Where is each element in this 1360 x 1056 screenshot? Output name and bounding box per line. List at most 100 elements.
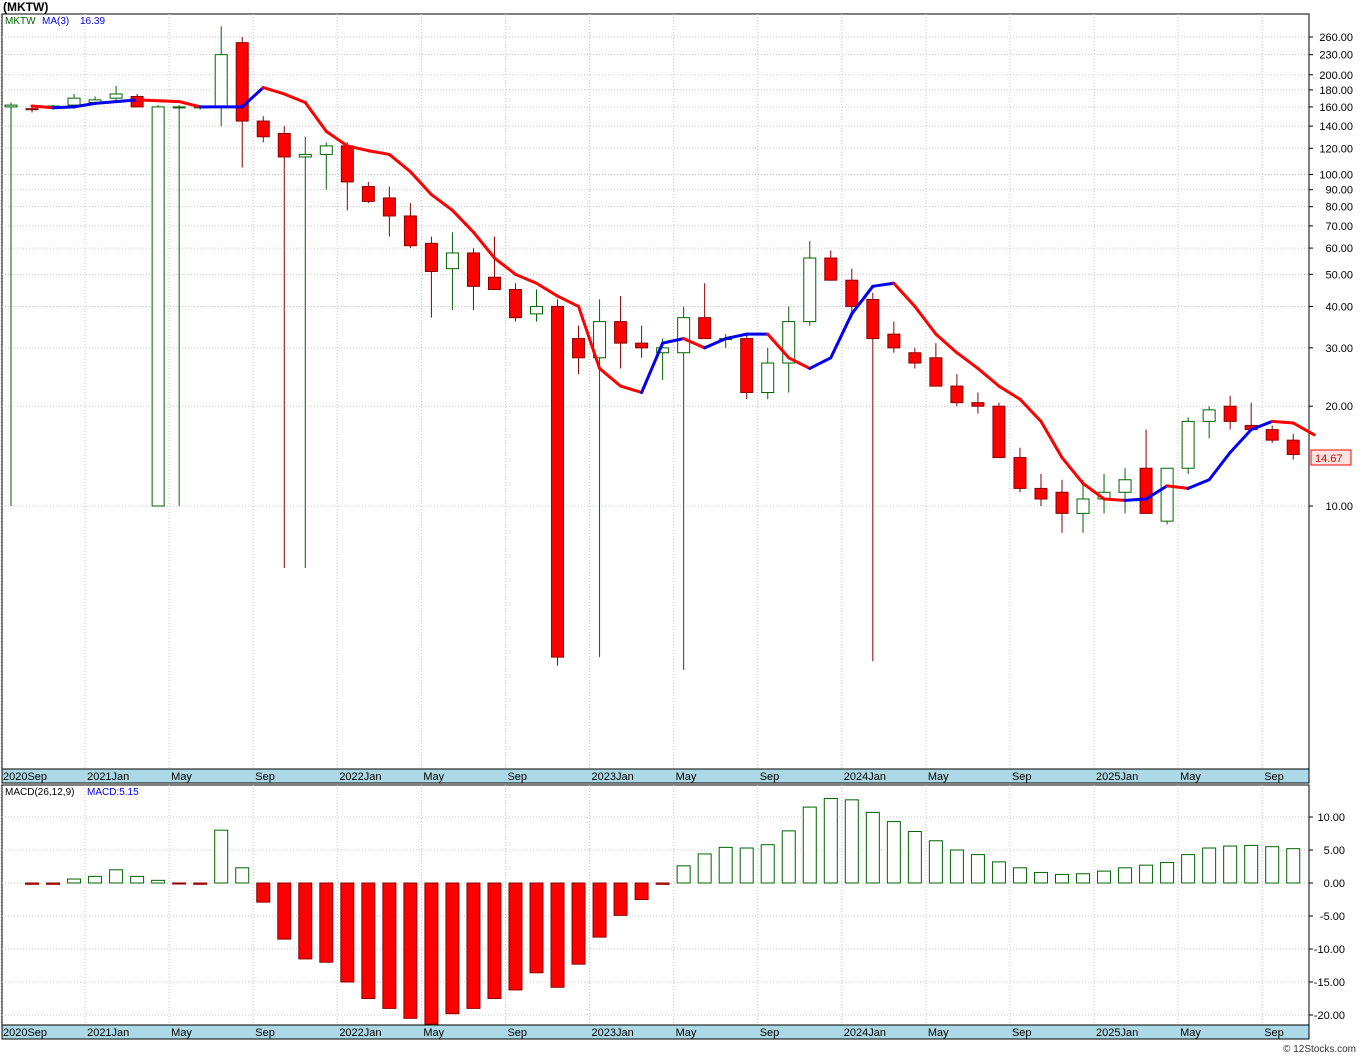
macd-x-label: 2020Sep [3,1027,47,1039]
macd-bar-positive [1202,847,1217,884]
candle-body-down [635,342,649,349]
macd-bar-positive [1223,845,1238,884]
macd-bar-positive [151,879,166,884]
macd-bar-negative [256,882,271,903]
macd-bar-negative [340,882,355,983]
macd-x-label: May [676,1027,697,1039]
macd-bar-negative [655,882,670,885]
price-x-label: 2024Jan [844,771,886,783]
price-x-label: 2023Jan [592,771,634,783]
candle-body-down [1286,439,1300,456]
macd-bar-positive [781,830,796,884]
candle-body-up [445,252,459,270]
macd-y-tick-label: -5.00 [1320,911,1345,923]
candle-body-down [971,402,985,407]
candle-body-down [466,252,480,287]
price-x-label: Sep [1264,771,1284,783]
price-y-tick-label: 40.00 [1325,301,1353,313]
macd-bar-positive [907,831,922,884]
candle-body-down [256,120,270,138]
candle-body-up [530,305,543,315]
macd-bar-positive [928,840,943,884]
candle-body-down [1265,429,1279,441]
macd-bar-negative [592,882,607,938]
candle-body-down [403,215,417,247]
macd-bar-positive [1055,873,1069,884]
price-x-label: Sep [507,771,527,783]
macd-bar-positive [1286,848,1301,884]
candle-body-down [950,385,964,404]
price-x-label: 2022Jan [339,771,381,783]
macd-x-label: 2022Jan [339,1027,381,1039]
macd-bar-positive [970,854,985,884]
macd-y-tick-label: -10.00 [1314,944,1345,956]
candle-body-down [487,276,501,290]
macd-bar-positive [214,829,229,884]
candle-body-down [929,357,943,387]
candle-body-down [1013,457,1027,489]
macd-y-tick-label: 0.00 [1324,878,1345,890]
price-x-label: 2020Sep [3,771,47,783]
macd-bar-positive [1265,846,1280,884]
macd-bar-positive [886,821,901,884]
price-x-label: Sep [760,771,780,783]
candle-body-down [845,279,859,307]
macd-bar-negative [550,882,565,988]
candle-body-down [340,145,354,183]
candle-body-down [1055,491,1069,514]
candle-body-up [4,104,18,108]
price-x-label: May [1180,771,1201,783]
macd-bar-negative [529,882,544,974]
price-panel-frame [1,13,1310,770]
price-y-tick-label: 180.00 [1319,85,1353,97]
price-y-tick-label: 140.00 [1319,121,1353,133]
ma-segment [135,98,160,103]
macd-bar-negative [445,882,460,1015]
candle-body-down [992,405,1006,459]
macd-bar-negative [634,882,649,900]
macd-x-label: Sep [255,1027,275,1039]
legend-ticker: MKTW [5,16,36,27]
candle-body-up [298,153,312,158]
price-x-label: Sep [255,771,275,783]
ma-segment [1270,419,1295,425]
macd-bar-positive [949,849,964,884]
candle-body-down [1223,405,1237,422]
macd-legend-value: MACD:5.15 [87,787,139,798]
macd-legend-label: MACD(26,12,9) [5,787,74,798]
price-x-label: 2021Jan [87,771,129,783]
macd-bar-positive [991,861,1006,884]
macd-bar-negative [46,882,61,885]
price-y-tick-label: 10.00 [1325,501,1353,513]
candle-body-down [740,338,754,394]
price-y-tick-label: 100.00 [1319,170,1353,182]
price-y-tick-label: 20.00 [1325,401,1353,413]
candle-body-up [1181,420,1195,469]
candle-body-down [25,108,39,111]
candle-body-up [803,257,817,323]
candle-body-up [1076,498,1090,514]
chart-container: (MKTW) 260.00 230.00 200.00 180.00 160.00 140… [0,0,1360,1056]
macd-bar-positive [1097,870,1112,884]
candle-body-up [1118,479,1132,493]
candle-body-down [1034,487,1048,500]
price-y-tick-label: 160.00 [1319,102,1353,114]
macd-bar-positive [760,844,775,884]
candle-body-down [424,242,438,272]
ma-segment [51,105,76,110]
macd-bar-negative [319,882,334,963]
legend-ma-value: 16.39 [80,16,105,27]
candle-body-down [235,42,249,122]
macd-x-label: Sep [1264,1027,1284,1039]
macd-x-label: 2025Jan [1096,1027,1138,1039]
macd-bar-negative [277,882,292,940]
price-x-label: 2025Jan [1096,771,1138,783]
macd-bar-positive [1076,873,1091,884]
macd-bar-positive [1012,867,1027,884]
price-x-label: May [676,771,697,783]
macd-bar-positive [1033,871,1048,884]
macd-y-tick-label: 10.00 [1317,812,1345,824]
candle-body-up [67,97,81,106]
macd-y-ticks: 10.00 5.00 0.00 -5.00 -10.00 -15.00 -20.00 [1309,812,1345,1022]
ma-segment [30,104,55,110]
